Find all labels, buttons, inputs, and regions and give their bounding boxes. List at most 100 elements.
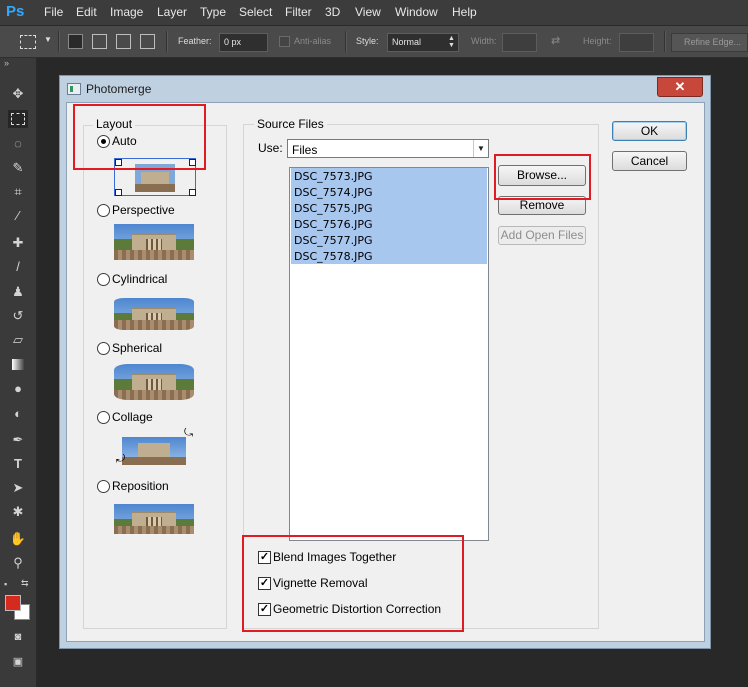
radio-collage[interactable]: Collage xyxy=(97,410,197,424)
screen-mode-icon[interactable]: ▣ xyxy=(8,653,28,671)
lasso-tool-icon[interactable]: ◌ xyxy=(8,135,28,153)
radio-spherical[interactable]: Spherical xyxy=(97,341,197,355)
width-label: Width: xyxy=(471,36,497,46)
list-item[interactable]: DSC_7573.JPG xyxy=(291,168,487,184)
collage-preview-photo xyxy=(122,437,186,465)
rotate-icon: ⤾ xyxy=(116,453,126,465)
list-item[interactable]: DSC_7575.JPG xyxy=(291,200,487,216)
feather-input[interactable]: 0 px xyxy=(219,33,268,52)
antialias-checkbox[interactable] xyxy=(279,36,290,47)
list-item[interactable]: DSC_7574.JPG xyxy=(291,184,487,200)
file-name: DSC_7578.JPG xyxy=(294,250,373,263)
ok-button[interactable]: OK xyxy=(612,121,687,141)
swap-colors-icon[interactable]: ⇆ xyxy=(21,578,29,589)
file-name: DSC_7576.JPG xyxy=(294,218,373,231)
chevron-down-icon[interactable]: ▼ xyxy=(44,35,52,44)
eyedropper-tool-icon[interactable]: ⁄ xyxy=(8,207,28,225)
antialias-label: Anti-alias xyxy=(294,36,332,46)
collapse-panel-icon[interactable]: » xyxy=(4,58,9,68)
height-label: Height: xyxy=(583,36,612,46)
menu-3d[interactable]: 3D xyxy=(325,5,340,19)
clone-stamp-tool-icon[interactable]: ♟ xyxy=(8,283,28,301)
healing-brush-tool-icon[interactable]: ✚ xyxy=(8,234,28,252)
radio-cylindrical[interactable]: Cylindrical xyxy=(97,272,197,286)
custom-shape-tool-icon[interactable]: ✱ xyxy=(8,503,28,521)
pen-tool-icon[interactable]: ✒ xyxy=(8,431,28,449)
close-button[interactable]: ✕ xyxy=(657,77,703,97)
radio-reposition[interactable]: Reposition xyxy=(97,479,197,493)
use-label: Use: xyxy=(258,141,283,155)
menu-select[interactable]: Select xyxy=(239,5,272,19)
radio-button-reposition[interactable] xyxy=(97,480,110,493)
radio-button-perspective[interactable] xyxy=(97,204,110,217)
feather-value: 0 px xyxy=(224,37,242,47)
menu-filter[interactable]: Filter xyxy=(285,5,312,19)
radio-button-cylindrical[interactable] xyxy=(97,273,110,286)
menu-file[interactable]: File xyxy=(44,5,63,19)
list-item[interactable]: DSC_7577.JPG xyxy=(291,232,487,248)
chevron-down-icon[interactable]: ▼ xyxy=(473,140,488,157)
default-colors-icon[interactable]: ▪ xyxy=(4,579,7,589)
menu-type[interactable]: Type xyxy=(200,5,226,19)
list-item[interactable]: DSC_7576.JPG xyxy=(291,216,487,232)
refine-edge-button[interactable]: Refine Edge... xyxy=(671,33,748,52)
radio-button-collage[interactable] xyxy=(97,411,110,424)
brush-tool-icon[interactable]: / xyxy=(8,258,28,276)
rotate-icon: ⤿ xyxy=(184,427,194,439)
radio-perspective[interactable]: Perspective xyxy=(97,203,197,217)
foreground-color-swatch[interactable] xyxy=(5,595,21,611)
new-selection-icon[interactable] xyxy=(68,34,83,49)
style-value: Normal xyxy=(392,37,422,47)
marquee-tool-preset-icon[interactable] xyxy=(20,35,36,49)
menu-window[interactable]: Window xyxy=(395,5,438,19)
photomerge-icon xyxy=(67,83,81,95)
use-dropdown[interactable]: Files ▼ xyxy=(287,139,489,158)
add-to-selection-icon[interactable] xyxy=(92,34,107,49)
dodge-tool-icon[interactable]: ◐ xyxy=(8,405,28,423)
menu-image[interactable]: Image xyxy=(110,5,143,19)
style-select[interactable]: Normal ▲ ▼ xyxy=(387,33,459,52)
source-files-list[interactable]: DSC_7573.JPG DSC_7574.JPG DSC_7575.JPG D… xyxy=(289,167,489,541)
photoshop-logo: Ps xyxy=(6,3,25,20)
width-input[interactable] xyxy=(502,33,537,52)
zoom-tool-icon[interactable]: ⚲ xyxy=(8,554,28,572)
updown-arrows-icon: ▲ ▼ xyxy=(448,35,455,49)
source-files-group-title: Source Files xyxy=(254,117,327,131)
divider xyxy=(345,31,347,52)
swap-icon[interactable]: ⇄ xyxy=(551,34,560,47)
subtract-selection-icon[interactable] xyxy=(116,34,131,49)
quick-mask-icon[interactable]: ◙ xyxy=(8,628,28,646)
dialog-title: Photomerge xyxy=(86,82,152,96)
marquee-tool-icon[interactable] xyxy=(8,110,28,128)
hand-tool-icon[interactable]: ✋ xyxy=(8,530,28,548)
blur-tool-icon[interactable]: ● xyxy=(8,380,28,398)
file-name: DSC_7575.JPG xyxy=(294,202,373,215)
eraser-tool-icon[interactable]: ▱ xyxy=(8,331,28,349)
menu-edit[interactable]: Edit xyxy=(76,5,97,19)
path-selection-tool-icon[interactable]: ➤ xyxy=(8,479,28,497)
add-open-files-button[interactable]: Add Open Files xyxy=(498,226,586,245)
tools-panel: » ✥ ◌ ✎ ⌗ ⁄ ✚ / ♟ ↺ ▱ ● ◐ ✒ T ➤ ✱ ✋ ⚲ ▪ … xyxy=(0,58,37,687)
menu-view[interactable]: View xyxy=(355,5,381,19)
dialog-titlebar[interactable]: Photomerge ✕ xyxy=(60,76,710,101)
height-input[interactable] xyxy=(619,33,654,52)
history-brush-tool-icon[interactable]: ↺ xyxy=(8,307,28,325)
gradient-tool-icon[interactable] xyxy=(8,356,28,374)
menu-bar: Ps File Edit Image Layer Type Select Fil… xyxy=(0,0,748,26)
transform-handle xyxy=(189,189,196,196)
radio-button-spherical[interactable] xyxy=(97,342,110,355)
menu-layer[interactable]: Layer xyxy=(157,5,187,19)
crop-tool-icon[interactable]: ⌗ xyxy=(8,183,28,201)
quick-selection-tool-icon[interactable]: ✎ xyxy=(8,159,28,177)
move-tool-icon[interactable]: ✥ xyxy=(8,85,28,103)
list-item[interactable]: DSC_7578.JPG xyxy=(291,248,487,264)
file-name: DSC_7574.JPG xyxy=(294,186,373,199)
divider xyxy=(58,31,60,52)
menu-help[interactable]: Help xyxy=(452,5,477,19)
type-tool-icon[interactable]: T xyxy=(8,455,28,473)
cancel-button[interactable]: Cancel xyxy=(612,151,687,171)
divider xyxy=(664,31,666,52)
intersect-selection-icon[interactable] xyxy=(140,34,155,49)
spherical-preview-image xyxy=(114,364,194,400)
annotation-box-options xyxy=(242,535,464,632)
